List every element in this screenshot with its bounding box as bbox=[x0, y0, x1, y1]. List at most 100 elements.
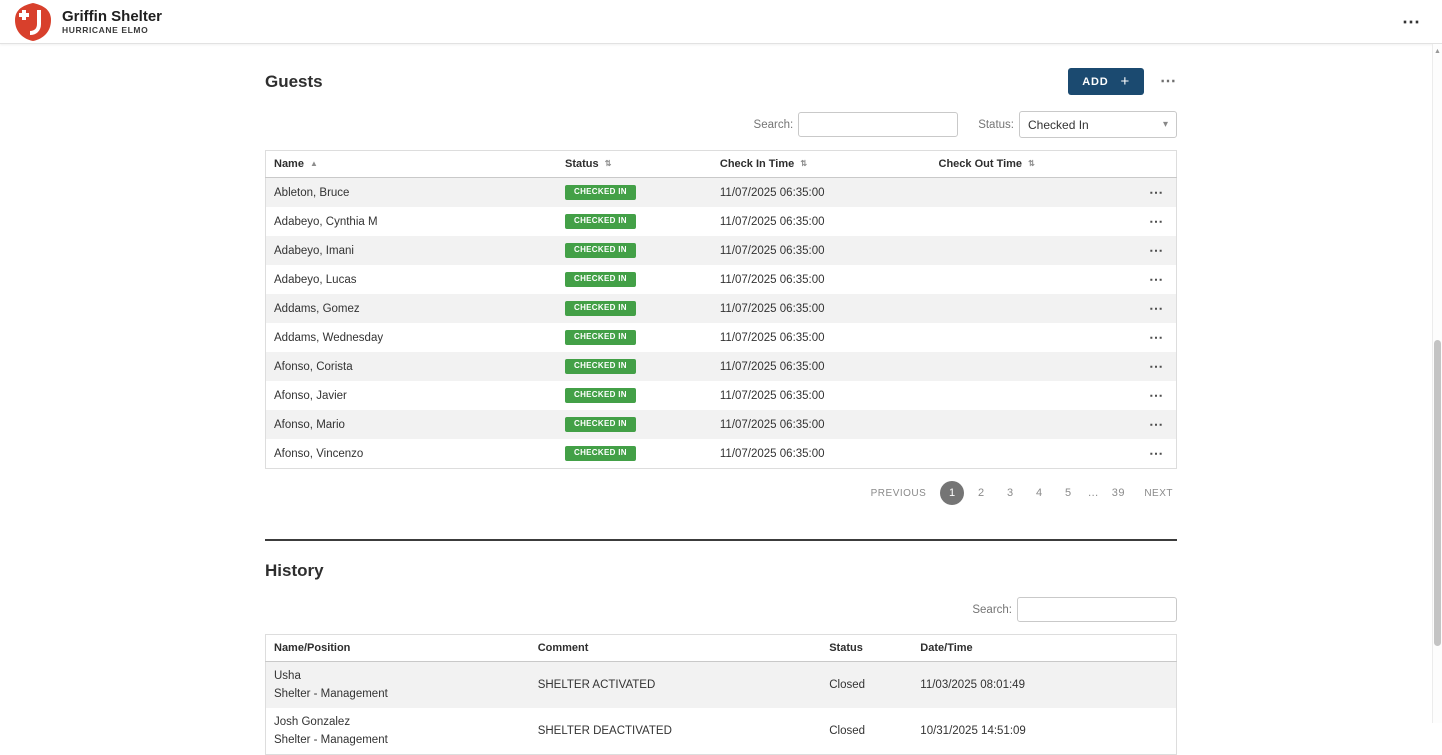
guest-check-out-time bbox=[931, 265, 1113, 294]
guest-status-badge: CHECKED IN bbox=[565, 359, 636, 374]
guests-pagination: PREVIOUS 12345…39 NEXT bbox=[265, 481, 1177, 505]
guest-row-menu-button[interactable]: ⋯ bbox=[1145, 213, 1168, 229]
guest-table-row: Afonso, Vincenzo CHECKED IN 11/07/2025 0… bbox=[266, 439, 1177, 469]
guest-row-menu-button[interactable]: ⋯ bbox=[1145, 416, 1168, 432]
pagination-page[interactable]: 1 bbox=[940, 481, 964, 505]
guest-status-badge: CHECKED IN bbox=[565, 214, 636, 229]
guest-table-row: Adabeyo, Cynthia M CHECKED IN 11/07/2025… bbox=[266, 207, 1177, 236]
status-select-value: Checked In bbox=[1028, 118, 1089, 132]
guest-status-badge: CHECKED IN bbox=[565, 272, 636, 287]
guests-col-name[interactable]: Name ▲ bbox=[266, 151, 558, 178]
guest-check-out-time bbox=[931, 352, 1113, 381]
guest-check-in-time: 11/07/2025 06:35:00 bbox=[712, 178, 931, 208]
guest-check-out-time bbox=[931, 381, 1113, 410]
pagination-page[interactable]: 5 bbox=[1056, 481, 1080, 505]
guest-table-row: Addams, Wednesday CHECKED IN 11/07/2025 … bbox=[266, 323, 1177, 352]
status-select[interactable]: Checked In ▾ bbox=[1019, 111, 1177, 138]
history-position: Shelter - Management bbox=[274, 734, 522, 746]
pagination-next-button[interactable]: NEXT bbox=[1140, 488, 1177, 499]
guests-section: Guests ADD + ⋯ Search: Status: Checked I… bbox=[265, 68, 1177, 505]
vertical-scrollbar[interactable]: ▲ bbox=[1432, 44, 1442, 723]
pagination-page[interactable]: 4 bbox=[1027, 481, 1051, 505]
pagination-page[interactable]: 2 bbox=[969, 481, 993, 505]
history-col-status[interactable]: Status bbox=[821, 635, 912, 662]
guest-row-menu-button[interactable]: ⋯ bbox=[1145, 329, 1168, 345]
add-guest-button[interactable]: ADD + bbox=[1068, 68, 1144, 95]
guest-check-out-time bbox=[931, 178, 1113, 208]
guest-name: Addams, Gomez bbox=[266, 294, 558, 323]
guest-status-badge: CHECKED IN bbox=[565, 446, 636, 461]
history-col-datetime[interactable]: Date/Time bbox=[912, 635, 1176, 662]
guest-row-menu-button[interactable]: ⋯ bbox=[1145, 358, 1168, 374]
guests-col-actions bbox=[1113, 151, 1177, 178]
guest-status-badge: CHECKED IN bbox=[565, 185, 636, 200]
guest-name: Afonso, Mario bbox=[266, 410, 558, 439]
sort-asc-icon: ▲ bbox=[310, 159, 318, 168]
guest-table-row: Afonso, Mario CHECKED IN 11/07/2025 06:3… bbox=[266, 410, 1177, 439]
guest-status-badge: CHECKED IN bbox=[565, 243, 636, 258]
guest-table-row: Ableton, Bruce CHECKED IN 11/07/2025 06:… bbox=[266, 178, 1177, 208]
plus-icon: + bbox=[1120, 74, 1130, 89]
guest-name: Adabeyo, Cynthia M bbox=[266, 207, 558, 236]
history-table-row: Usha Shelter - Management SHELTER ACTIVA… bbox=[266, 662, 1177, 709]
guests-search-input[interactable] bbox=[798, 112, 958, 137]
guest-check-in-time: 11/07/2025 06:35:00 bbox=[712, 352, 931, 381]
guest-name: Ableton, Bruce bbox=[266, 178, 558, 208]
history-col-comment[interactable]: Comment bbox=[530, 635, 822, 662]
pagination-ellipsis: … bbox=[1085, 481, 1101, 505]
pagination-previous-button[interactable]: PREVIOUS bbox=[867, 488, 931, 499]
history-status: Closed bbox=[821, 662, 912, 709]
guest-table-row: Afonso, Javier CHECKED IN 11/07/2025 06:… bbox=[266, 381, 1177, 410]
guest-check-in-time: 11/07/2025 06:35:00 bbox=[712, 207, 931, 236]
history-table: Name/Position Comment Status Date/Time U… bbox=[265, 634, 1177, 755]
guests-search-label: Search: bbox=[754, 119, 794, 131]
guests-col-name-label: Name bbox=[274, 158, 304, 170]
guest-name: Adabeyo, Lucas bbox=[266, 265, 558, 294]
section-divider bbox=[265, 539, 1177, 541]
app-titles: Griffin Shelter HURRICANE ELMO bbox=[62, 8, 162, 35]
history-datetime: 11/03/2025 08:01:49 bbox=[912, 662, 1176, 709]
pagination-page[interactable]: 3 bbox=[998, 481, 1022, 505]
history-section: History Search: Name/Position Comment St… bbox=[265, 561, 1177, 755]
header-menu-button[interactable]: ⋯ bbox=[1394, 13, 1428, 31]
guest-name: Addams, Wednesday bbox=[266, 323, 558, 352]
guest-row-menu-button[interactable]: ⋯ bbox=[1145, 387, 1168, 403]
history-table-body: Usha Shelter - Management SHELTER ACTIVA… bbox=[266, 662, 1177, 755]
history-col-name-position[interactable]: Name/Position bbox=[266, 635, 530, 662]
pagination-page[interactable]: 39 bbox=[1106, 481, 1130, 505]
guest-check-out-time bbox=[931, 410, 1113, 439]
guests-table: Name ▲ Status ⇅ Check In Time ⇅ Check Ou… bbox=[265, 150, 1177, 469]
scrollbar-up-arrow-icon[interactable]: ▲ bbox=[1433, 44, 1442, 55]
guests-col-status-label: Status bbox=[565, 158, 599, 170]
guest-check-out-time bbox=[931, 323, 1113, 352]
history-datetime: 10/31/2025 14:51:09 bbox=[912, 708, 1176, 755]
guest-check-in-time: 11/07/2025 06:35:00 bbox=[712, 410, 931, 439]
guest-row-menu-button[interactable]: ⋯ bbox=[1145, 184, 1168, 200]
scrollbar-thumb[interactable] bbox=[1434, 340, 1441, 646]
guest-row-menu-button[interactable]: ⋯ bbox=[1145, 271, 1168, 287]
guest-table-row: Afonso, Corista CHECKED IN 11/07/2025 06… bbox=[266, 352, 1177, 381]
guest-check-out-time bbox=[931, 294, 1113, 323]
guests-col-check-in[interactable]: Check In Time ⇅ bbox=[712, 151, 931, 178]
guest-row-menu-button[interactable]: ⋯ bbox=[1145, 445, 1168, 461]
history-search-input[interactable] bbox=[1017, 597, 1177, 622]
history-title: History bbox=[265, 561, 1177, 581]
app-title: Griffin Shelter bbox=[62, 8, 162, 25]
guest-row-menu-button[interactable]: ⋯ bbox=[1145, 242, 1168, 258]
guests-col-check-out-label: Check Out Time bbox=[939, 158, 1023, 170]
guest-check-in-time: 11/07/2025 06:35:00 bbox=[712, 294, 931, 323]
guests-col-status[interactable]: Status ⇅ bbox=[557, 151, 712, 178]
app-header: Griffin Shelter HURRICANE ELMO ⋯ bbox=[0, 0, 1442, 44]
guest-table-row: Adabeyo, Imani CHECKED IN 11/07/2025 06:… bbox=[266, 236, 1177, 265]
history-comment: SHELTER ACTIVATED bbox=[530, 662, 822, 709]
guest-check-out-time bbox=[931, 439, 1113, 469]
guests-menu-button[interactable]: ⋯ bbox=[1160, 74, 1177, 90]
guest-name: Afonso, Javier bbox=[266, 381, 558, 410]
history-table-row: Josh Gonzalez Shelter - Management SHELT… bbox=[266, 708, 1177, 755]
guests-col-check-in-label: Check In Time bbox=[720, 158, 794, 170]
add-guest-label: ADD bbox=[1082, 76, 1108, 88]
guests-table-body: Ableton, Bruce CHECKED IN 11/07/2025 06:… bbox=[266, 178, 1177, 469]
guest-row-menu-button[interactable]: ⋯ bbox=[1145, 300, 1168, 316]
guests-col-check-out[interactable]: Check Out Time ⇅ bbox=[931, 151, 1113, 178]
guest-check-out-time bbox=[931, 207, 1113, 236]
